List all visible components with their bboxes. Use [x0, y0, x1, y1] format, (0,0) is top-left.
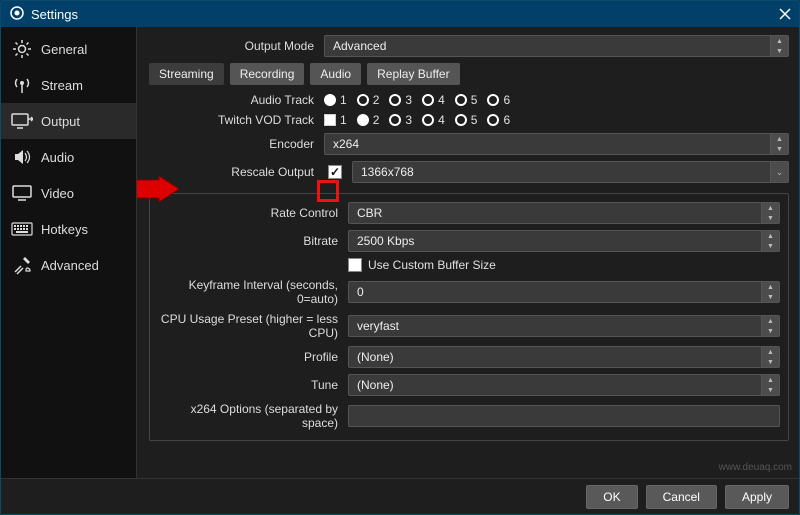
encoder-label: Encoder [149, 137, 324, 151]
audio-track-6[interactable]: 6 [487, 93, 510, 107]
vod-track-4[interactable]: 4 [422, 113, 445, 127]
x264-options-label: x264 Options (separated by space) [158, 402, 348, 430]
sidebar-item-audio[interactable]: Audio [1, 139, 136, 175]
audio-track-1[interactable]: 1 [324, 93, 347, 107]
close-button[interactable] [777, 6, 793, 22]
ok-button[interactable]: OK [586, 485, 637, 509]
vod-track-3[interactable]: 3 [389, 113, 412, 127]
audio-track-label: Audio Track [149, 93, 324, 107]
x264-options-input[interactable] [348, 405, 780, 427]
sidebar: General Stream Output Audio Video Hotkey… [1, 27, 137, 478]
twitch-vod-track-label: Twitch VOD Track [149, 113, 324, 127]
sidebar-item-video[interactable]: Video [1, 175, 136, 211]
custom-buffer-checkbox[interactable] [348, 258, 362, 272]
encoder-settings-panel: Rate Control CBR▲▼ Bitrate 2500 Kbps▲▼ U… [149, 193, 789, 441]
audio-track-3[interactable]: 3 [389, 93, 412, 107]
antenna-icon [11, 74, 33, 96]
profile-label: Profile [158, 350, 348, 364]
sidebar-item-label: Output [41, 114, 80, 129]
profile-select[interactable]: (None)▲▼ [348, 346, 780, 368]
tab-recording[interactable]: Recording [230, 63, 305, 85]
tools-icon [11, 254, 33, 276]
bitrate-input[interactable]: 2500 Kbps▲▼ [348, 230, 780, 252]
rescale-output-label: Rescale Output [149, 165, 324, 179]
gear-icon [11, 38, 33, 60]
output-mode-value: Advanced [333, 39, 386, 53]
apply-button[interactable]: Apply [725, 485, 789, 509]
vod-track-1[interactable]: 1 [324, 113, 347, 127]
audio-track-4[interactable]: 4 [422, 93, 445, 107]
tab-audio[interactable]: Audio [310, 63, 361, 85]
keyboard-icon [11, 218, 33, 240]
sidebar-item-label: Stream [41, 78, 83, 93]
sidebar-item-output[interactable]: Output [1, 103, 136, 139]
output-icon [11, 110, 33, 132]
vod-track-6[interactable]: 6 [487, 113, 510, 127]
custom-buffer-label: Use Custom Buffer Size [368, 258, 496, 272]
sidebar-item-hotkeys[interactable]: Hotkeys [1, 211, 136, 247]
rate-control-label: Rate Control [158, 206, 348, 220]
sidebar-item-label: Advanced [41, 258, 99, 273]
sidebar-item-label: Video [41, 186, 74, 201]
output-mode-select[interactable]: Advanced ▲▼ [324, 35, 789, 57]
monitor-icon [11, 182, 33, 204]
rescale-output-checkbox[interactable] [328, 165, 342, 179]
titlebar: Settings [1, 1, 799, 27]
audio-track-2[interactable]: 2 [357, 93, 380, 107]
app-icon [9, 5, 25, 24]
cancel-button[interactable]: Cancel [646, 485, 717, 509]
output-mode-label: Output Mode [149, 39, 324, 53]
speaker-icon [11, 146, 33, 168]
bitrate-label: Bitrate [158, 234, 348, 248]
vod-track-5[interactable]: 5 [455, 113, 478, 127]
sidebar-item-label: Audio [41, 150, 74, 165]
cpu-preset-label: CPU Usage Preset (higher = less CPU) [158, 312, 348, 340]
window-title: Settings [31, 7, 78, 22]
output-tabs: Streaming Recording Audio Replay Buffer [149, 63, 789, 85]
keyframe-label: Keyframe Interval (seconds, 0=auto) [158, 278, 348, 306]
rescale-output-select[interactable]: 1366x768 ⌄ [352, 161, 789, 183]
rescale-output-value: 1366x768 [361, 165, 414, 179]
vod-track-2[interactable]: 2 [357, 113, 380, 127]
cpu-preset-select[interactable]: veryfast▲▼ [348, 315, 780, 337]
sidebar-item-label: Hotkeys [41, 222, 88, 237]
encoder-value: x264 [333, 137, 359, 151]
tune-select[interactable]: (None)▲▼ [348, 374, 780, 396]
sidebar-item-general[interactable]: General [1, 31, 136, 67]
tab-replay-buffer[interactable]: Replay Buffer [367, 63, 460, 85]
rate-control-select[interactable]: CBR▲▼ [348, 202, 780, 224]
keyframe-input[interactable]: 0▲▼ [348, 281, 780, 303]
content-area: Output Mode Advanced ▲▼ Streaming Record… [137, 27, 799, 478]
tune-label: Tune [158, 378, 348, 392]
sidebar-item-advanced[interactable]: Advanced [1, 247, 136, 283]
sidebar-item-label: General [41, 42, 87, 57]
sidebar-item-stream[interactable]: Stream [1, 67, 136, 103]
audio-track-5[interactable]: 5 [455, 93, 478, 107]
tab-streaming[interactable]: Streaming [149, 63, 224, 85]
encoder-select[interactable]: x264 ▲▼ [324, 133, 789, 155]
footer: OK Cancel Apply [1, 478, 799, 514]
